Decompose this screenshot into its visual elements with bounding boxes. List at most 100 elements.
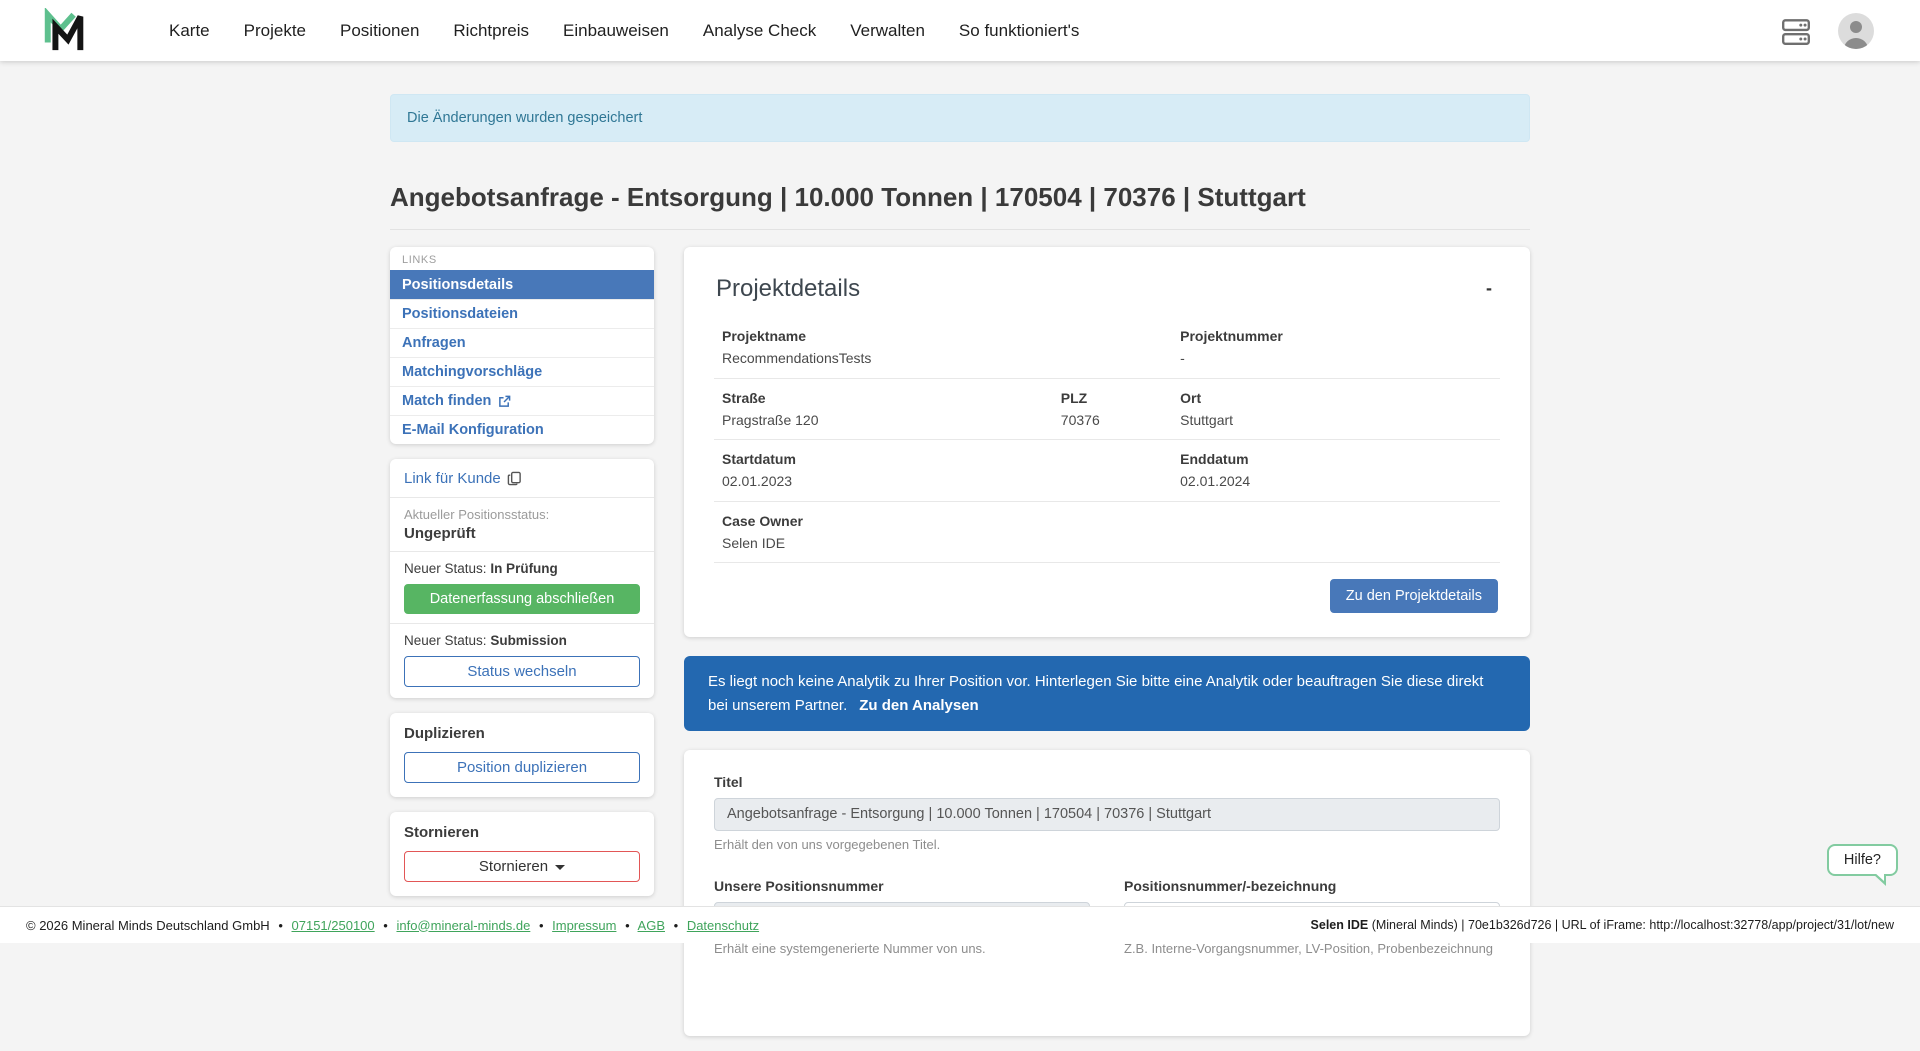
divider — [390, 623, 654, 624]
footer-link-datenschutz[interactable]: Datenschutz — [687, 918, 759, 933]
footer-left: © 2026 Mineral Minds Deutschland GmbH • … — [26, 918, 759, 933]
complete-data-entry-button[interactable]: Datenerfassung abschließen — [404, 584, 640, 614]
new-status-line-2: Neuer Status: Submission — [404, 633, 640, 648]
field-value: RecommendationsTests — [722, 348, 1180, 368]
top-navbar: Karte Projekte Positionen Richtpreis Ein… — [0, 0, 1920, 61]
footer-separator: • — [539, 918, 544, 933]
our-number-help: Erhält eine systemgenerierte Nummer von … — [714, 941, 1090, 956]
copy-icon — [507, 471, 522, 486]
field-value: 02.01.2023 — [722, 471, 1180, 491]
cancel-dropdown-button[interactable]: Stornieren — [404, 851, 640, 882]
sidebar-item-matchingvorschlaege[interactable]: Matchingvorschläge — [390, 357, 654, 386]
sidebar-item-label: E-Mail Konfiguration — [402, 422, 544, 438]
collapse-icon[interactable]: - — [1480, 275, 1498, 301]
duplicate-card: Duplizieren Position duplizieren — [390, 713, 654, 797]
cancel-button-label: Stornieren — [479, 858, 548, 875]
sidebar-item-label: Matchingvorschläge — [402, 364, 542, 380]
nav-item-analyse-check[interactable]: Analyse Check — [686, 21, 833, 41]
field-value: Stuttgart — [1180, 410, 1492, 430]
new-status-label: Neuer Status: — [404, 633, 487, 648]
field-label: Startdatum — [722, 449, 1180, 469]
field-label: Straße — [722, 388, 1061, 408]
footer-separator: • — [278, 918, 283, 933]
sidebar-item-label: Positionsdateien — [402, 306, 518, 322]
project-details-title: Projektdetails — [716, 275, 860, 303]
divider — [390, 551, 654, 552]
external-link-icon — [498, 395, 511, 408]
detail-row-datum: Startdatum 02.01.2023 Enddatum 02.01.202… — [714, 440, 1500, 502]
detail-row-case-owner: Case Owner Selen IDE — [714, 502, 1500, 564]
divider — [390, 497, 654, 498]
analytics-banner-text: Es liegt noch keine Analytik zu Ihrer Po… — [708, 673, 1483, 713]
sidebar-item-match-finden[interactable]: Match finden — [390, 386, 654, 415]
position-form-card: Titel Erhält den von uns vorgegebenen Ti… — [684, 750, 1530, 1036]
footer-user: Selen IDE — [1311, 918, 1369, 932]
nav-item-einbauweisen[interactable]: Einbauweisen — [546, 21, 686, 41]
sidebar-item-email-konfiguration[interactable]: E-Mail Konfiguration — [390, 415, 654, 444]
our-number-label: Unsere Positionsnummer — [714, 878, 1090, 894]
footer-link-phone[interactable]: 07151/250100 — [292, 918, 375, 933]
customer-link-label: Link für Kunde — [404, 470, 501, 487]
sidebar-item-label: Positionsdetails — [402, 277, 513, 293]
titel-help: Erhält den von uns vorgegebenen Titel. — [714, 837, 1500, 852]
change-status-button[interactable]: Status wechseln — [404, 656, 640, 687]
field-value: Selen IDE — [722, 533, 1180, 553]
links-card: LINKS Positionsdetails Positionsdateien … — [390, 247, 654, 444]
page-title-wrap: Angebotsanfrage - Entsorgung | 10.000 To… — [390, 182, 1530, 230]
sidebar-item-positionsdetails[interactable]: Positionsdetails — [390, 270, 654, 299]
help-button[interactable]: Hilfe? — [1827, 844, 1898, 876]
field-label: Ort — [1180, 388, 1492, 408]
current-status-value: Ungeprüft — [404, 525, 640, 542]
footer-session-details: (Mineral Minds) | 70e1b326d726 | URL of … — [1368, 918, 1894, 932]
server-stack-icon[interactable] — [1780, 16, 1812, 46]
footer-link-email[interactable]: info@mineral-minds.de — [396, 918, 530, 933]
sidebar-item-label: Match finden — [402, 393, 491, 409]
nav-item-verwalten[interactable]: Verwalten — [833, 21, 942, 41]
status-card: Link für Kunde Aktueller Positionsstatus… — [390, 459, 654, 698]
nav-item-projekte[interactable]: Projekte — [227, 21, 323, 41]
field-value: 02.01.2024 — [1180, 471, 1492, 491]
nav-item-karte[interactable]: Karte — [152, 21, 227, 41]
new-status-line-1: Neuer Status: In Prüfung — [404, 561, 640, 576]
analytics-banner: Es liegt noch keine Analytik zu Ihrer Po… — [684, 656, 1530, 731]
titel-label: Titel — [714, 774, 1500, 790]
position-number-label: Positionsnummer/-bezeichnung — [1124, 878, 1500, 894]
duplicate-position-button[interactable]: Position duplizieren — [404, 752, 640, 783]
go-to-analyses-link[interactable]: Zu den Analysen — [859, 697, 978, 714]
cancel-card-title: Stornieren — [404, 824, 640, 841]
detail-row-projektname: Projektname RecommendationsTests Projekt… — [714, 317, 1500, 379]
new-status-value: In Prüfung — [490, 561, 558, 576]
cancel-card: Stornieren Stornieren — [390, 812, 654, 896]
customer-link[interactable]: Link für Kunde — [404, 470, 522, 487]
footer-link-impressum[interactable]: Impressum — [552, 918, 616, 933]
links-header: LINKS — [390, 247, 654, 270]
new-status-value: Submission — [490, 633, 567, 648]
go-to-project-details-button[interactable]: Zu den Projektdetails — [1330, 579, 1498, 613]
titel-input — [714, 798, 1500, 831]
field-label: Case Owner — [722, 511, 1180, 531]
sidebar-item-anfragen[interactable]: Anfragen — [390, 328, 654, 357]
footer-separator: • — [383, 918, 388, 933]
nav-item-richtpreis[interactable]: Richtpreis — [436, 21, 546, 41]
field-value: - — [1180, 348, 1492, 368]
field-value: Pragstraße 120 — [722, 410, 1061, 430]
saved-alert: Die Änderungen wurden gespeichert — [390, 94, 1530, 142]
footer-link-agb[interactable]: AGB — [638, 918, 665, 933]
page-title: Angebotsanfrage - Entsorgung | 10.000 To… — [390, 182, 1530, 213]
detail-row-adresse: Straße Pragstraße 120 PLZ 70376 Ort Stut… — [714, 379, 1500, 441]
nav-item-so-funktionierts[interactable]: So funktioniert's — [942, 21, 1096, 41]
page-content: Die Änderungen wurden gespeichert Angebo… — [0, 61, 1920, 1051]
footer-separator: • — [625, 918, 630, 933]
main-navigation: Karte Projekte Positionen Richtpreis Ein… — [152, 21, 1096, 41]
field-label: Enddatum — [1180, 449, 1492, 469]
nav-item-positionen[interactable]: Positionen — [323, 21, 436, 41]
footer: © 2026 Mineral Minds Deutschland GmbH • … — [0, 906, 1920, 943]
navbar-right — [1780, 13, 1874, 49]
footer-session-info: Selen IDE (Mineral Minds) | 70e1b326d726… — [1311, 918, 1894, 932]
mineral-minds-logo-icon[interactable] — [40, 8, 92, 54]
field-value: 70376 — [1061, 410, 1180, 430]
sidebar-item-label: Anfragen — [402, 335, 466, 351]
sidebar-item-positionsdateien[interactable]: Positionsdateien — [390, 299, 654, 328]
user-avatar-icon[interactable] — [1838, 13, 1874, 49]
field-label: PLZ — [1061, 388, 1180, 408]
